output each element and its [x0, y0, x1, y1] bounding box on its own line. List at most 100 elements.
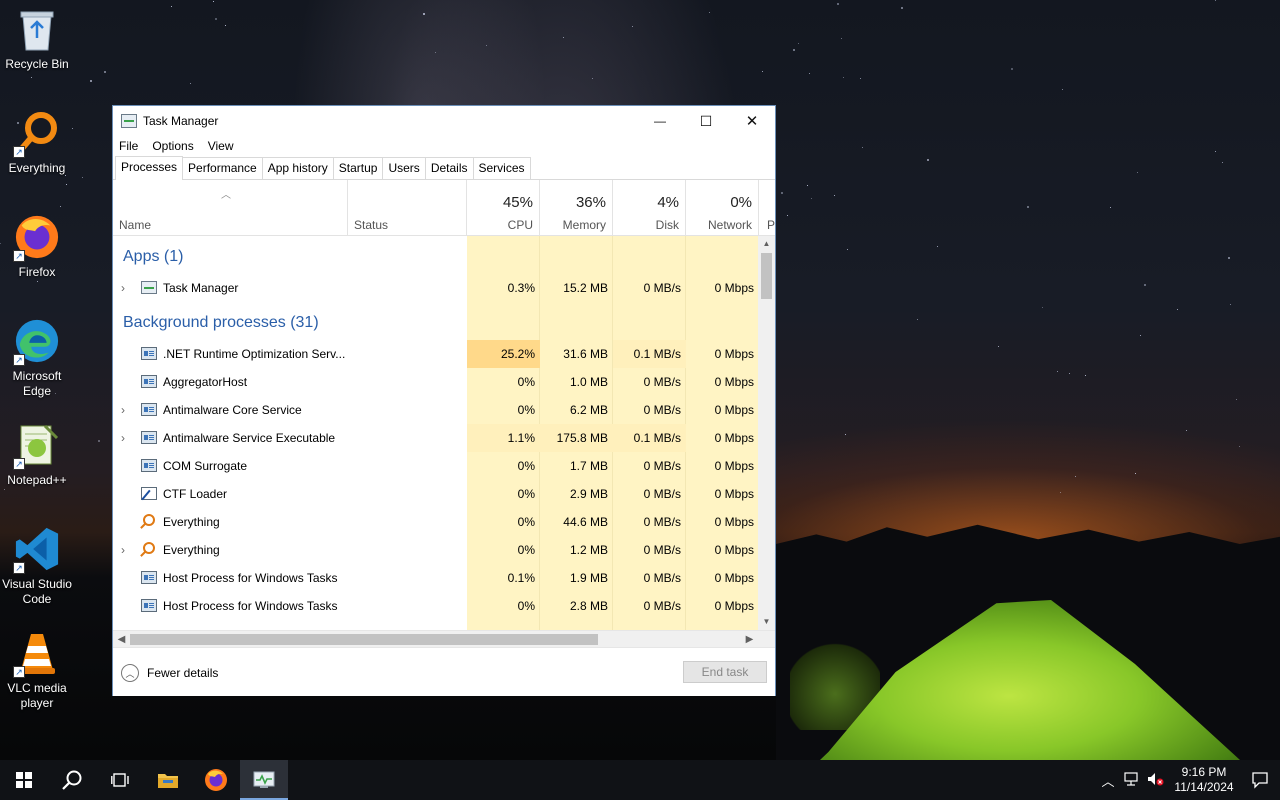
start-button[interactable]	[0, 760, 48, 800]
menu-options[interactable]: Options	[152, 139, 193, 153]
chevron-right-icon[interactable]: ›	[121, 396, 125, 424]
fewer-details-button[interactable]: ︿ Fewer details	[121, 664, 218, 682]
vertical-scroll-thumb[interactable]	[761, 253, 772, 299]
process-row[interactable]: .NET Runtime Optimization Serv... 25.2% 31…	[113, 340, 759, 368]
column-name-header[interactable]: ︿ Name	[113, 180, 348, 236]
scroll-up-icon[interactable]: ▲	[758, 236, 775, 252]
task-manager-icon	[141, 281, 157, 294]
window-title: Task Manager	[143, 114, 219, 128]
network-icon[interactable]	[1120, 771, 1144, 789]
wallpaper-star	[1239, 446, 1240, 447]
process-row[interactable]: › Antimalware Core Service 0% 6.2 MB 0 MB/s 0…	[113, 396, 759, 424]
column-memory-header[interactable]: 36% Memory	[540, 180, 613, 236]
desktop-icon-label: Firefox	[18, 265, 56, 279]
column-power-header[interactable]: P	[759, 180, 775, 236]
vertical-scrollbar[interactable]: ▲ ▼	[758, 236, 775, 630]
process-row[interactable]: › Antimalware Service Executable 1.1% 175.8…	[113, 424, 759, 452]
task-manager-icon	[121, 114, 137, 128]
wallpaper-star	[82, 177, 83, 178]
shortcut-arrow-icon: ↗	[13, 666, 25, 678]
wallpaper-star	[98, 440, 100, 442]
horizontal-scroll-thumb[interactable]	[130, 634, 598, 645]
process-row[interactable]: AggregatorHost 0% 1.0 MB 0 MB/s 0 Mbps	[113, 368, 759, 396]
process-row[interactable]: › Task Manager 0.3% 15.2 MB 0 MB/s 0 Mbps	[113, 274, 759, 302]
wallpaper-star	[798, 43, 799, 44]
process-row[interactable]: Host Process for Windows Tasks 0.1% 1.9 MB…	[113, 564, 759, 592]
process-name: Host Process for Windows Tasks	[163, 599, 338, 613]
wallpaper-star	[1027, 206, 1029, 208]
desktop-icon-everything-search[interactable]: ↗ Everything	[0, 110, 74, 176]
network-total: 0%	[730, 194, 752, 211]
process-disk-value: 0 MB/s	[643, 543, 681, 557]
system-tray: ︿ 9:16 PM 11/14/2024	[1096, 760, 1280, 800]
tab-processes[interactable]: Processes	[115, 156, 184, 180]
wallpaper-star	[213, 1, 214, 2]
process-memory-value: 175.8 MB	[540, 424, 613, 452]
tab-startup[interactable]: Startup	[332, 157, 384, 179]
volume-muted-icon[interactable]	[1144, 772, 1168, 789]
group-background[interactable]: Background processes (31)	[113, 310, 759, 338]
menu-file[interactable]: File	[119, 139, 138, 153]
wallpaper-star	[90, 80, 92, 82]
horizontal-scrollbar[interactable]: ◀ ▶	[113, 630, 775, 647]
wallpaper-star	[998, 346, 999, 347]
wallpaper-star	[809, 73, 810, 74]
wallpaper-star	[1186, 430, 1187, 431]
process-row[interactable]: › Everything 0% 1.2 MB 0 MB/s 0 Mbps	[113, 536, 759, 564]
tab-services[interactable]: Services	[472, 157, 531, 179]
process-row[interactable]: COM Surrogate 0% 1.7 MB 0 MB/s 0 Mbps	[113, 452, 759, 480]
end-task-button[interactable]: End task	[683, 661, 767, 683]
tab-details[interactable]: Details	[424, 157, 474, 179]
scroll-down-icon[interactable]: ▼	[758, 614, 775, 630]
menu-bar: File Options View	[113, 136, 775, 156]
chevron-right-icon[interactable]: ›	[121, 424, 125, 452]
firefox-icon: ↗	[13, 214, 61, 262]
desktop-icon-firefox[interactable]: ↗ Firefox	[0, 214, 74, 280]
task-manager-window: Task Manager — ☐ ✕ File Options View Pro…	[112, 105, 776, 696]
chevron-right-icon[interactable]: ›	[121, 536, 125, 564]
wallpaper-star	[709, 12, 710, 13]
maximize-button[interactable]: ☐	[683, 106, 729, 136]
sort-up-icon: ︿	[221, 190, 231, 201]
minimize-button[interactable]: —	[637, 106, 683, 136]
tab-users[interactable]: Users	[382, 157, 426, 179]
close-button[interactable]: ✕	[729, 106, 775, 136]
task-view-icon	[111, 773, 129, 787]
process-row[interactable]: Host Process for Windows Tasks 0% 2.8 MB 0 …	[113, 592, 759, 620]
wallpaper-star	[104, 71, 106, 73]
notification-center-button[interactable]	[1240, 771, 1280, 789]
menu-view[interactable]: View	[208, 139, 234, 153]
desktop-icon-edge[interactable]: ↗ Microsoft Edge	[0, 318, 74, 399]
chevron-up-icon[interactable]: ︿	[1096, 771, 1120, 790]
search-button[interactable]	[48, 760, 96, 800]
process-network-value: 0 Mbps	[714, 487, 754, 501]
process-row[interactable]: CTF Loader 0% 2.9 MB 0 MB/s 0 Mbps	[113, 480, 759, 508]
group-apps-title: Apps (1)	[123, 248, 184, 265]
firefox-taskbar-button[interactable]	[192, 760, 240, 800]
task-manager-taskbar-button[interactable]	[240, 760, 288, 800]
column-memory-label: Memory	[562, 218, 606, 232]
process-row[interactable]: Everything 0% 44.6 MB 0 MB/s 0 Mbps	[113, 508, 759, 536]
scroll-right-icon[interactable]: ▶	[741, 631, 758, 648]
desktop-icon-vlc[interactable]: ↗ VLC media player	[0, 630, 74, 711]
title-bar[interactable]: Task Manager — ☐ ✕	[113, 106, 775, 136]
group-apps[interactable]: Apps (1)	[113, 244, 759, 272]
column-cpu-header[interactable]: 45% CPU	[467, 180, 540, 236]
file-explorer-button[interactable]	[144, 760, 192, 800]
chevron-right-icon[interactable]: ›	[121, 274, 125, 302]
column-status-header[interactable]: Status	[348, 180, 467, 236]
tab-app-history[interactable]: App history	[261, 157, 334, 179]
task-view-button[interactable]	[96, 760, 144, 800]
desktop-icon-recycle-bin[interactable]: Recycle Bin	[0, 6, 74, 72]
start-icon	[16, 772, 32, 788]
scroll-left-icon[interactable]: ◀	[113, 631, 130, 648]
desktop-icon-vscode[interactable]: ↗ Visual Studio Code	[0, 526, 74, 607]
process-disk-value: 0 MB/s	[643, 515, 681, 529]
column-cpu-label: CPU	[507, 218, 533, 232]
column-disk-header[interactable]: 4% Disk	[613, 180, 686, 236]
column-power-label: P	[767, 218, 776, 232]
desktop-icon-notepadpp[interactable]: ↗ Notepad++	[0, 422, 74, 488]
tab-performance[interactable]: Performance	[182, 157, 263, 179]
clock[interactable]: 9:16 PM 11/14/2024	[1168, 765, 1240, 795]
column-network-header[interactable]: 0% Network	[686, 180, 759, 236]
